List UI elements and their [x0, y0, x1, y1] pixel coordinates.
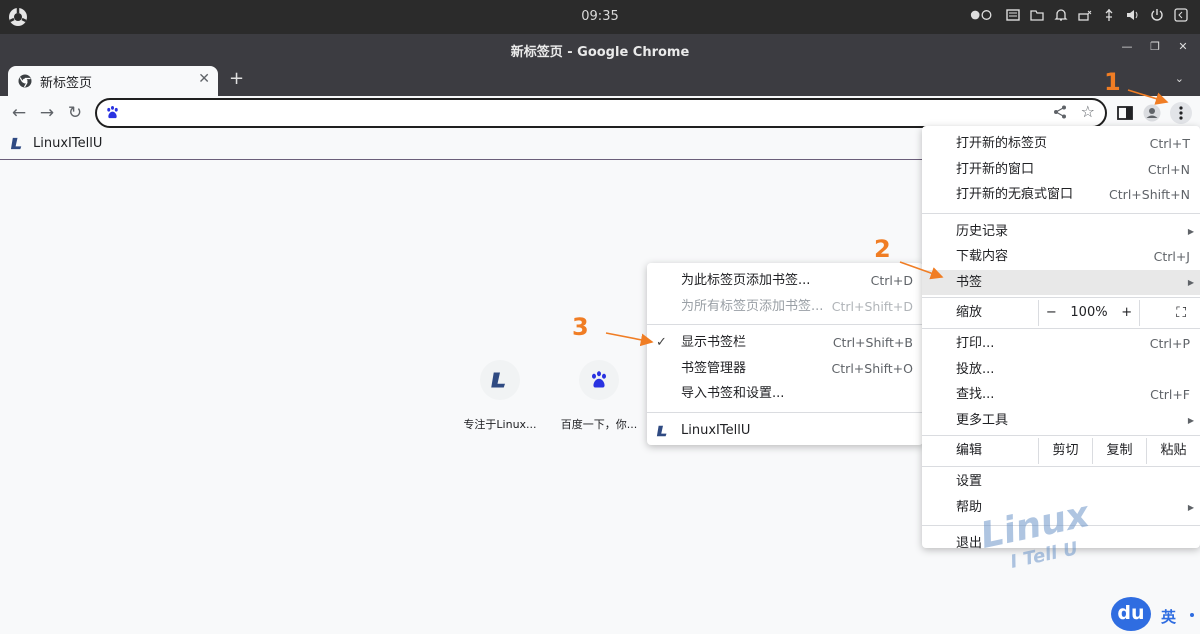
annotation-number-1: 1 [1104, 68, 1121, 96]
ime-status-dot [1190, 613, 1194, 617]
ime-mode-label[interactable]: 英 [1161, 606, 1176, 627]
annotation-number-2: 2 [874, 235, 891, 263]
baidu-ime-badge[interactable]: du [1111, 597, 1151, 631]
annotation-arrow-1 [1127, 89, 1169, 105]
annotation-arrow-3 [605, 332, 654, 347]
annotation-arrow-2 [899, 261, 944, 280]
annotation-number-3: 3 [572, 313, 589, 341]
annotation-arrows [605, 89, 1169, 347]
